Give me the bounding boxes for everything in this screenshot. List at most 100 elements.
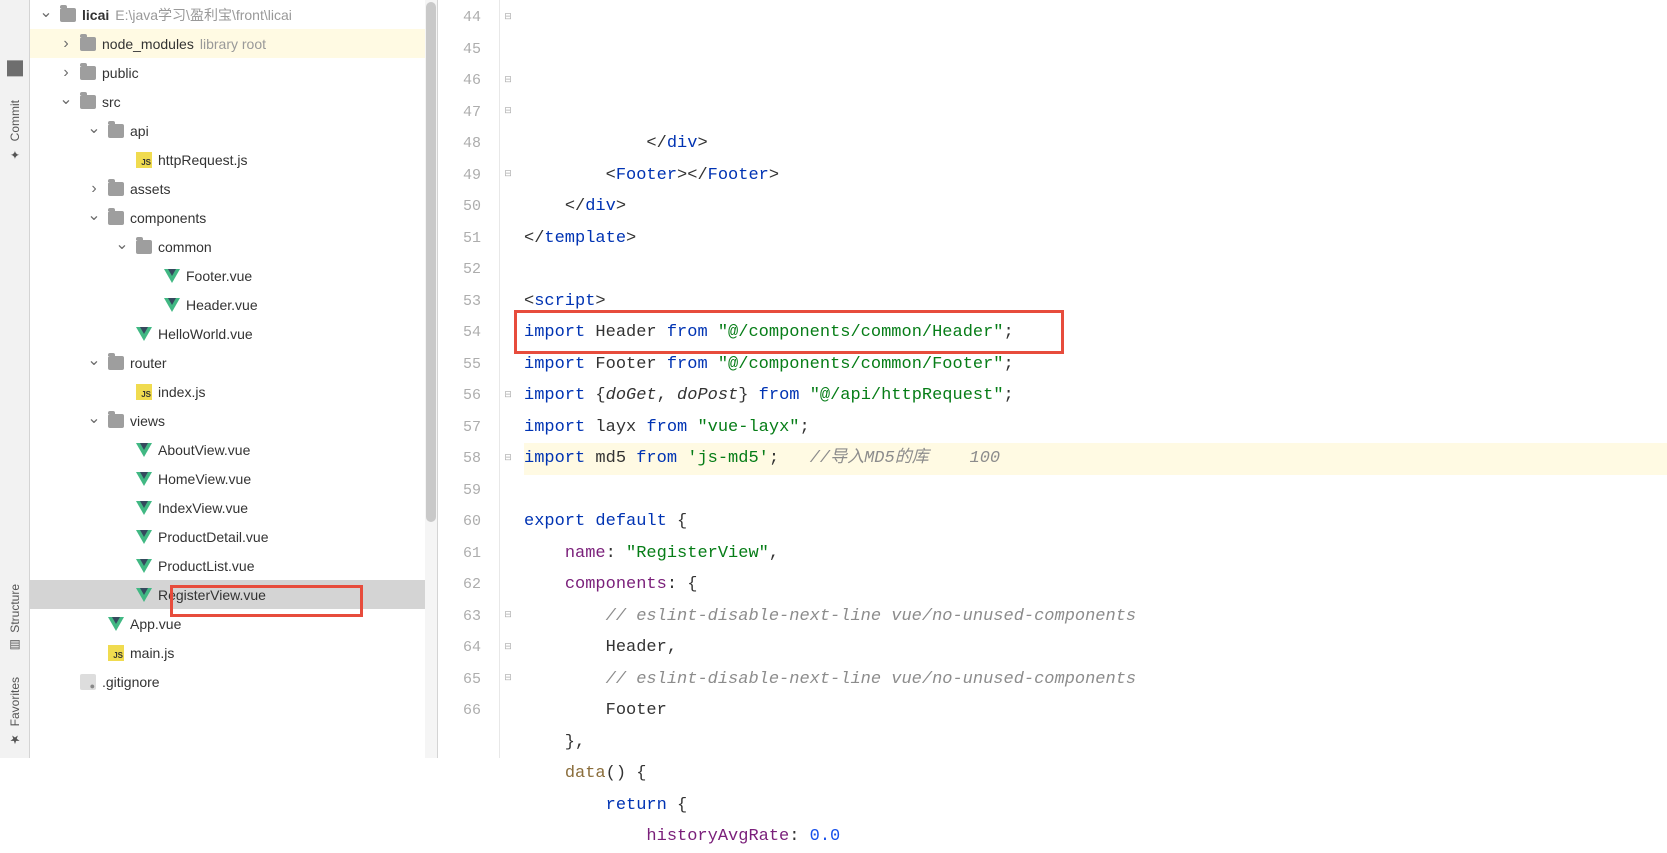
scrollbar-thumb[interactable] [426, 2, 436, 522]
chevron-down-icon[interactable] [114, 239, 130, 255]
tree-label: HelloWorld.vue [158, 326, 253, 342]
tree-node-footer-vue[interactable]: Footer.vue [30, 261, 437, 290]
vue-file-icon [136, 588, 152, 602]
code-line[interactable]: </template> [524, 223, 1667, 255]
tree-node-router[interactable]: router [30, 348, 437, 377]
tree-label: common [158, 239, 212, 255]
fold-gutter: ⊟ ⊟ ⊟ ⊟ ⊟ ⊟ ⊟ ⊟ ⊟ [500, 0, 520, 758]
tree-node-node-modules[interactable]: node_modules library root [30, 29, 437, 58]
project-tree-panel[interactable]: licai E:\java学习\盈利宝\front\licai node_mod… [30, 0, 438, 758]
tree-label: index.js [158, 384, 205, 400]
folder-icon [80, 95, 96, 109]
favorites-label: Favorites [8, 677, 22, 726]
tree-node-httprequest[interactable]: JS httpRequest.js [30, 145, 437, 174]
folder-icon [108, 211, 124, 225]
tree-node-register-view[interactable]: RegisterView.vue [30, 580, 437, 609]
fold-close-icon[interactable]: ⊟ [502, 609, 514, 621]
tree-node-product-list[interactable]: ProductList.vue [30, 551, 437, 580]
fold-close-icon[interactable]: ⊟ [502, 10, 514, 22]
fold-close-icon[interactable]: ⊟ [502, 105, 514, 117]
tree-node-index-js[interactable]: JS index.js [30, 377, 437, 406]
fold-open-icon[interactable]: ⊟ [502, 451, 514, 463]
code-line[interactable]: Footer [524, 695, 1667, 727]
folder-icon [60, 8, 76, 22]
code-line[interactable]: import md5 from 'js-md5'; //导入MD5的库 100 [524, 443, 1667, 475]
tree-node-public[interactable]: public [30, 58, 437, 87]
code-line[interactable]: import {doGet, doPost} from "@/api/httpR… [524, 380, 1667, 412]
editor-panel[interactable]: 4445464748495051525354555657585960616263… [438, 0, 1667, 758]
line-number: 51 [438, 223, 481, 255]
code-line[interactable]: data() { [524, 758, 1667, 790]
line-number-gutter: 4445464748495051525354555657585960616263… [438, 0, 500, 758]
chevron-down-icon[interactable] [86, 123, 102, 139]
tool-tab-commit[interactable]: ✦ Commit [4, 88, 26, 173]
tree-label: components [130, 210, 206, 226]
tree-label: api [130, 123, 149, 139]
tree-node-api[interactable]: api [30, 116, 437, 145]
code-line[interactable]: </div> [524, 128, 1667, 160]
code-line[interactable]: // eslint-disable-next-line vue/no-unuse… [524, 664, 1667, 696]
code-line[interactable]: </div> [524, 191, 1667, 223]
code-line[interactable]: export default { [524, 506, 1667, 538]
tree-node-root[interactable]: licai E:\java学习\盈利宝\front\licai [30, 0, 437, 29]
chevron-right-icon[interactable] [58, 36, 74, 52]
js-file-icon: JS [136, 152, 152, 168]
fold-open-icon[interactable]: ⊟ [502, 388, 514, 400]
code-line[interactable]: name: "RegisterView", [524, 538, 1667, 570]
fold-open-icon[interactable]: ⊟ [502, 640, 514, 652]
tree-label: App.vue [130, 616, 181, 632]
tree-node-header-vue[interactable]: Header.vue [30, 290, 437, 319]
folder-icon [80, 37, 96, 51]
code-line[interactable] [524, 475, 1667, 507]
tree-node-app-vue[interactable]: App.vue [30, 609, 437, 638]
code-line[interactable]: return { [524, 790, 1667, 822]
js-file-icon: JS [108, 645, 124, 661]
tree-node-common[interactable]: common [30, 232, 437, 261]
line-number: 59 [438, 475, 481, 507]
tree-node-main-js[interactable]: JS main.js [30, 638, 437, 667]
tree-node-helloworld[interactable]: HelloWorld.vue [30, 319, 437, 348]
chevron-down-icon[interactable] [38, 7, 54, 23]
tool-tab-project[interactable]: Project [3, 5, 27, 88]
tool-tab-favorites[interactable]: ★ Favorites [4, 665, 26, 758]
folder-icon [108, 124, 124, 138]
chevron-down-icon[interactable] [86, 355, 102, 371]
js-file-icon: JS [136, 384, 152, 400]
code-line[interactable]: }, [524, 727, 1667, 759]
fold-close-icon[interactable]: ⊟ [502, 73, 514, 85]
tree-scrollbar[interactable] [425, 0, 437, 758]
chevron-right-icon[interactable] [58, 65, 74, 81]
tree-label: IndexView.vue [158, 500, 248, 516]
vue-file-icon [136, 559, 152, 573]
tree-node-index-view[interactable]: IndexView.vue [30, 493, 437, 522]
line-number: 60 [438, 506, 481, 538]
chevron-down-icon[interactable] [86, 413, 102, 429]
fold-open-icon[interactable]: ⊟ [502, 672, 514, 684]
code-line[interactable]: <Footer></Footer> [524, 160, 1667, 192]
tree-node-product-detail[interactable]: ProductDetail.vue [30, 522, 437, 551]
code-line[interactable] [524, 254, 1667, 286]
code-line[interactable]: historyAvgRate: 0.0 [524, 821, 1667, 853]
code-line[interactable]: // eslint-disable-next-line vue/no-unuse… [524, 601, 1667, 633]
code-line[interactable]: import layx from "vue-layx"; [524, 412, 1667, 444]
code-line[interactable]: components: { [524, 569, 1667, 601]
tree-node-gitignore[interactable]: .gitignore [30, 667, 437, 696]
tree-node-about-view[interactable]: AboutView.vue [30, 435, 437, 464]
tree-node-assets[interactable]: assets [30, 174, 437, 203]
code-area[interactable]: </div> <Footer></Footer> </div></templat… [520, 0, 1667, 758]
code-line[interactable]: <script> [524, 286, 1667, 318]
tree-node-src[interactable]: src [30, 87, 437, 116]
code-line[interactable]: Header, [524, 632, 1667, 664]
tree-node-components[interactable]: components [30, 203, 437, 232]
chevron-right-icon[interactable] [86, 181, 102, 197]
tree-label: HomeView.vue [158, 471, 251, 487]
code-line[interactable]: import Header from "@/components/common/… [524, 317, 1667, 349]
code-line[interactable]: import Footer from "@/components/common/… [524, 349, 1667, 381]
tool-tab-structure[interactable]: ▤ Structure [4, 572, 26, 665]
chevron-down-icon[interactable] [58, 94, 74, 110]
chevron-down-icon[interactable] [86, 210, 102, 226]
fold-open-icon[interactable]: ⊟ [502, 168, 514, 180]
tree-label: public [102, 65, 139, 81]
tree-node-views[interactable]: views [30, 406, 437, 435]
tree-node-home-view[interactable]: HomeView.vue [30, 464, 437, 493]
